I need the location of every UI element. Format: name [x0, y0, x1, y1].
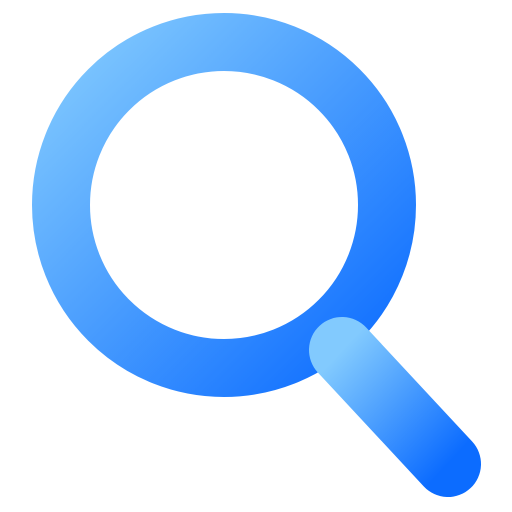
search-icon-graphic: [32, 13, 481, 497]
magnifier-handle: [309, 317, 481, 497]
search-icon: [0, 0, 512, 512]
icon-canvas: [0, 0, 512, 512]
